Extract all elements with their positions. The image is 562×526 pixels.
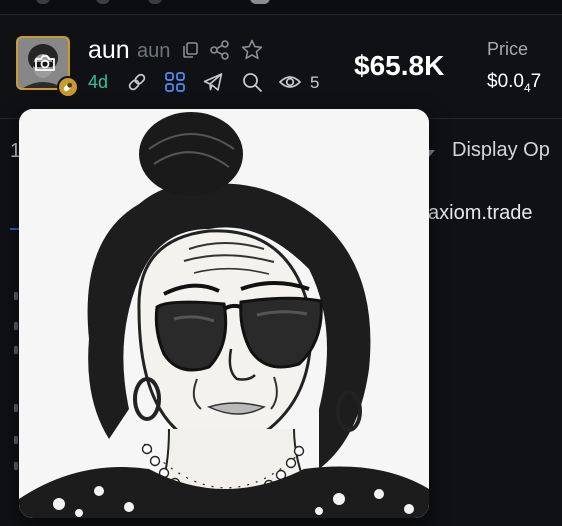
camera-icon[interactable] xyxy=(34,54,56,72)
top-toolbar-strip xyxy=(0,0,562,15)
pill-badge xyxy=(57,76,79,98)
link-icon[interactable] xyxy=(124,69,150,95)
avatar-preview-popup xyxy=(19,109,429,518)
market-cap: $65.8K xyxy=(354,50,445,81)
toolbar-icon[interactable] xyxy=(148,0,162,4)
community-icon[interactable] xyxy=(163,70,187,94)
avatar-preview-image xyxy=(19,109,429,518)
price-value: $0.047 xyxy=(487,71,542,95)
side-marker xyxy=(14,462,18,470)
toolbar-avatar[interactable] xyxy=(250,0,270,4)
toolbar-icon[interactable] xyxy=(36,0,50,4)
side-marker xyxy=(14,436,18,444)
pill-icon xyxy=(63,82,73,92)
share-icon[interactable] xyxy=(208,38,232,62)
copy-icon[interactable] xyxy=(180,40,200,60)
eye-icon xyxy=(277,70,303,94)
token-ticker: aun xyxy=(137,40,171,62)
token-name: aun xyxy=(88,36,130,64)
axiom-link[interactable]: axiom.trade xyxy=(428,202,533,225)
side-marker xyxy=(14,292,18,300)
token-age: 4d xyxy=(88,72,109,92)
viewer-count: 5 xyxy=(310,73,320,92)
display-options-button[interactable]: Display Op xyxy=(452,139,550,162)
telegram-icon[interactable] xyxy=(201,70,225,94)
search-icon[interactable] xyxy=(240,70,264,94)
price-label: Price xyxy=(487,39,529,59)
side-marker xyxy=(14,404,18,412)
toolbar-icon[interactable] xyxy=(96,0,110,4)
side-marker xyxy=(14,346,18,354)
star-icon[interactable] xyxy=(239,37,265,63)
side-marker xyxy=(14,322,18,330)
